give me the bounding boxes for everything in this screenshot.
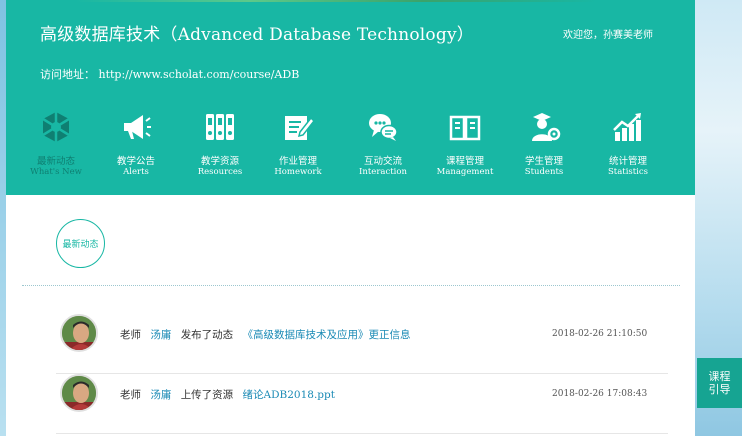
feed-target-link[interactable]: 《高级数据库技术及应用》更正信息 (243, 329, 411, 341)
course-header: 高级数据库技术（Advanced Database Technology） 欢迎… (6, 0, 695, 195)
nav-item-interaction[interactable]: 互动交流 Interaction (343, 110, 423, 177)
feed-item: 老师 汤庸 发布了动态 《高级数据库技术及应用》更正信息 2018-02-26 … (56, 314, 668, 374)
binders-icon (206, 114, 234, 140)
course-panel: 高级数据库技术（Advanced Database Technology） 欢迎… (6, 0, 695, 436)
guide-tab-line1: 课程 (708, 370, 731, 383)
edit-document-icon (285, 116, 315, 140)
welcome-text[interactable]: 欢迎您，孙赛美老师 (563, 26, 653, 41)
nav-label-en: Interaction (359, 167, 407, 177)
header-accent-strip (76, 0, 596, 2)
nav-label-en: Statistics (607, 167, 649, 177)
feed-timestamp: 2018-02-26 17:08:43 (552, 389, 648, 399)
nav-label-cn: 学生管理 (524, 156, 563, 167)
feed-timestamp: 2018-02-26 21:10:50 (552, 329, 648, 339)
feed-user-link[interactable]: 汤庸 (150, 389, 171, 401)
course-nav: 最新动态 What's New 教学公告 Alerts 教学资源 Resourc… (6, 110, 695, 185)
feed-user-link[interactable]: 汤庸 (150, 329, 171, 341)
url-value[interactable]: http://www.scholat.com/course/ADB (99, 68, 300, 81)
nav-item-whats-new[interactable]: 最新动态 What's New (16, 110, 96, 177)
feed-role: 老师 (120, 329, 141, 341)
feed-action: 发布了动态 (180, 329, 234, 341)
avatar[interactable] (60, 374, 98, 412)
nav-label-en: What's New (30, 167, 82, 177)
feed-text: 老师 汤庸 发布了动态 《高级数据库技术及应用》更正信息 (120, 327, 411, 342)
nav-label-cn: 互动交流 (363, 156, 402, 167)
feed-text: 老师 汤庸 上传了资源 绪论ADB2018.ppt (120, 387, 335, 402)
course-guide-tab[interactable]: 课程 引导 (697, 358, 742, 408)
section-divider (22, 285, 680, 286)
nav-item-homework[interactable]: 作业管理 Homework (258, 110, 338, 177)
course-title: 高级数据库技术（Advanced Database Technology） (40, 25, 474, 45)
chat-bubbles-icon (369, 114, 398, 141)
megaphone-icon (124, 115, 151, 139)
news-cube-icon (42, 112, 70, 142)
nav-label-en: Alerts (123, 167, 149, 177)
course-url: 访问地址： http://www.scholat.com/course/ADB (40, 66, 299, 82)
feed-item: 老师 汤庸 上传了资源 绪论ADB2018.ppt 2018-02-26 17:… (56, 374, 668, 434)
nav-item-resources[interactable]: 教学资源 Resources (180, 110, 260, 177)
teacher-photo (62, 316, 96, 350)
feed-action: 上传了资源 (180, 389, 234, 401)
teacher-photo (62, 376, 96, 410)
nav-label-en: Resources (197, 167, 243, 177)
nav-label-cn: 最新动态 (36, 156, 75, 167)
nav-label-cn: 统计管理 (608, 156, 647, 167)
nav-label-en: Students (524, 167, 564, 177)
bar-chart-icon (613, 113, 641, 141)
nav-label-cn: 课程管理 (445, 156, 484, 167)
avatar[interactable] (60, 314, 98, 352)
nav-item-management[interactable]: 课程管理 Management (425, 110, 505, 177)
url-label: 访问地址： (40, 68, 95, 81)
nav-item-alerts[interactable]: 教学公告 Alerts (96, 110, 176, 177)
open-book-icon (449, 115, 481, 141)
student-gear-icon (532, 113, 561, 141)
feed-target-link[interactable]: 绪论ADB2018.ppt (243, 389, 335, 401)
nav-label-cn: 教学公告 (116, 156, 155, 167)
section-whats-new-badge[interactable]: 最新动态 (56, 219, 105, 268)
feed-role: 老师 (120, 389, 141, 401)
guide-tab-line2: 引导 (708, 383, 731, 396)
nav-label-cn: 作业管理 (278, 156, 317, 167)
nav-item-statistics[interactable]: 统计管理 Statistics (588, 110, 668, 177)
nav-label-cn: 教学资源 (200, 156, 239, 167)
nav-item-students[interactable]: 学生管理 Students (504, 110, 584, 177)
nav-label-en: Management (436, 167, 494, 177)
nav-label-en: Homework (274, 167, 322, 177)
